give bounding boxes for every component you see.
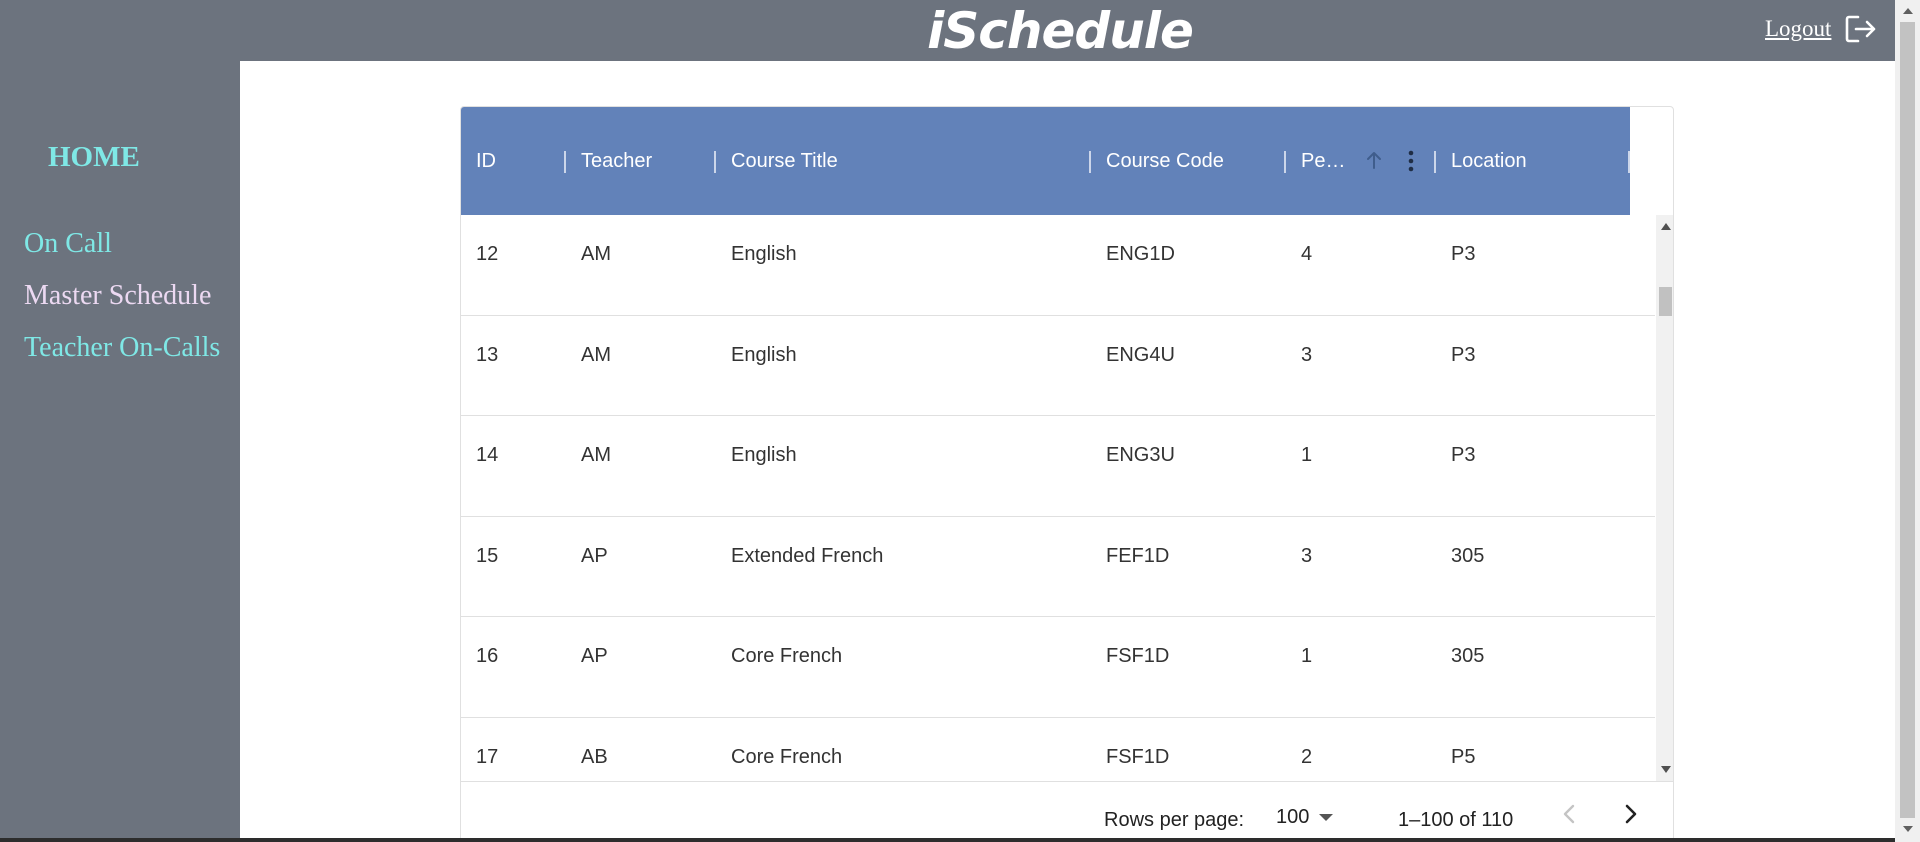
cell-id[interactable]: 14 [476, 416, 498, 516]
column-header-course-title[interactable]: Course Title [731, 107, 838, 215]
cell-id[interactable]: 13 [476, 316, 498, 416]
cell-id[interactable]: 12 [476, 215, 498, 315]
cell-location[interactable]: 305 [1451, 517, 1484, 617]
sidebar-item-master-schedule[interactable]: Master Schedule [24, 279, 238, 313]
scroll-down-arrow-icon[interactable] [1661, 766, 1671, 773]
rows-per-page-value[interactable]: 100 [1276, 806, 1309, 829]
logout-label[interactable]: Logout [1765, 16, 1831, 42]
taskbar-edge [0, 838, 1895, 842]
cell-course-code[interactable]: ENG1D [1106, 215, 1175, 315]
cell-course-code[interactable]: FSF1D [1106, 617, 1169, 717]
column-header-teacher[interactable]: Teacher [581, 107, 652, 215]
cell-id[interactable]: 15 [476, 517, 498, 617]
cell-period[interactable]: 4 [1301, 215, 1312, 315]
cell-location[interactable]: P5 [1451, 718, 1475, 782]
sidebar-item-on-call[interactable]: On Call [24, 227, 238, 261]
cell-teacher[interactable]: AP [581, 617, 608, 717]
cell-course-title[interactable]: Core French [731, 617, 842, 717]
cell-period[interactable]: 3 [1301, 517, 1312, 617]
column-separator[interactable] [1434, 151, 1436, 173]
table-row[interactable]: 16 AP Core French FSF1D 1 305 [461, 617, 1655, 718]
cell-course-code[interactable]: ENG4U [1106, 316, 1175, 416]
table-row[interactable]: 15 AP Extended French FEF1D 3 305 [461, 517, 1655, 617]
grid-header: ID Teacher Course Title Course Code Pe… … [461, 107, 1630, 215]
column-header-course-code[interactable]: Course Code [1106, 107, 1224, 215]
column-header-location[interactable]: Location [1451, 107, 1527, 215]
column-separator[interactable] [1089, 151, 1091, 173]
cell-teacher[interactable]: AM [581, 316, 611, 416]
cell-period[interactable]: 1 [1301, 617, 1312, 717]
cell-id[interactable]: 16 [476, 617, 498, 717]
column-separator[interactable] [564, 151, 566, 173]
sidebar: HOME On Call Master Schedule Teacher On-… [0, 61, 240, 842]
cell-course-code[interactable]: ENG3U [1106, 416, 1175, 516]
cell-teacher[interactable]: AP [581, 517, 608, 617]
sidebar-nav: On Call Master Schedule Teacher On-Calls [24, 227, 238, 383]
cell-teacher[interactable]: AB [581, 718, 608, 782]
column-header-period[interactable]: Pe… [1301, 107, 1345, 215]
cell-location[interactable]: P3 [1451, 316, 1475, 416]
logout-icon[interactable] [1845, 14, 1877, 44]
grid-scroll-thumb[interactable] [1659, 287, 1672, 316]
cell-course-code[interactable]: FEF1D [1106, 517, 1169, 617]
column-separator[interactable] [1628, 151, 1630, 173]
home-link[interactable]: HOME [48, 141, 140, 174]
window-scroll-up-icon[interactable] [1903, 8, 1913, 14]
cell-period[interactable]: 2 [1301, 718, 1312, 782]
cell-course-title[interactable]: English [731, 416, 797, 516]
column-separator[interactable] [1284, 151, 1286, 173]
app-title: iSchedule [927, 2, 1194, 60]
cell-teacher[interactable]: AM [581, 416, 611, 516]
cell-teacher[interactable]: AM [581, 215, 611, 315]
cell-course-title[interactable]: Core French [731, 718, 842, 782]
rows-per-page-select[interactable]: 100 [1276, 806, 1334, 829]
logout-button[interactable]: Logout [1765, 14, 1877, 44]
grid-pagination-footer: Rows per page: 100 1–100 of 110 [461, 781, 1673, 842]
pagination-range: 1–100 of 110 [1398, 809, 1514, 831]
rows-per-page-label: Rows per page: [1104, 809, 1245, 831]
sidebar-item-teacher-on-calls[interactable]: Teacher On-Calls [24, 331, 238, 365]
column-header-id[interactable]: ID [476, 107, 496, 215]
table-row[interactable]: 12 AM English ENG1D 4 P3 [461, 215, 1655, 316]
more-vert-icon[interactable] [1406, 149, 1416, 179]
cell-id[interactable]: 17 [476, 718, 498, 782]
schedule-data-grid: ID Teacher Course Title Course Code Pe… … [460, 106, 1674, 842]
window-scrollbar[interactable] [1895, 0, 1920, 842]
cell-location[interactable]: P3 [1451, 416, 1475, 516]
main-content: ID Teacher Course Title Course Code Pe… … [240, 61, 1895, 842]
cell-location[interactable]: 305 [1451, 617, 1484, 717]
cell-course-title[interactable]: English [731, 215, 797, 315]
cell-period[interactable]: 3 [1301, 316, 1312, 416]
table-row[interactable]: 13 AM English ENG4U 3 P3 [461, 316, 1655, 416]
column-separator[interactable] [714, 151, 716, 173]
table-row[interactable]: 17 AB Core French FSF1D 2 P5 [461, 718, 1655, 782]
arrow-up-icon[interactable] [1364, 149, 1384, 177]
chevron-right-icon[interactable] [1623, 802, 1639, 832]
cell-course-title[interactable]: Extended French [731, 517, 883, 617]
cell-course-title[interactable]: English [731, 316, 797, 416]
window-scroll-thumb[interactable] [1900, 22, 1915, 818]
window-scroll-down-icon[interactable] [1903, 826, 1913, 832]
scroll-up-arrow-icon[interactable] [1661, 223, 1671, 230]
caret-down-icon[interactable] [1319, 814, 1334, 821]
cell-course-code[interactable]: FSF1D [1106, 718, 1169, 782]
grid-body: 12 AM English ENG1D 4 P3 13 AM English E… [461, 215, 1655, 781]
table-row[interactable]: 14 AM English ENG3U 1 P3 [461, 416, 1655, 517]
cell-period[interactable]: 1 [1301, 416, 1312, 516]
grid-vertical-scrollbar[interactable] [1656, 215, 1673, 781]
chevron-left-icon[interactable] [1561, 802, 1577, 832]
cell-location[interactable]: P3 [1451, 215, 1475, 315]
